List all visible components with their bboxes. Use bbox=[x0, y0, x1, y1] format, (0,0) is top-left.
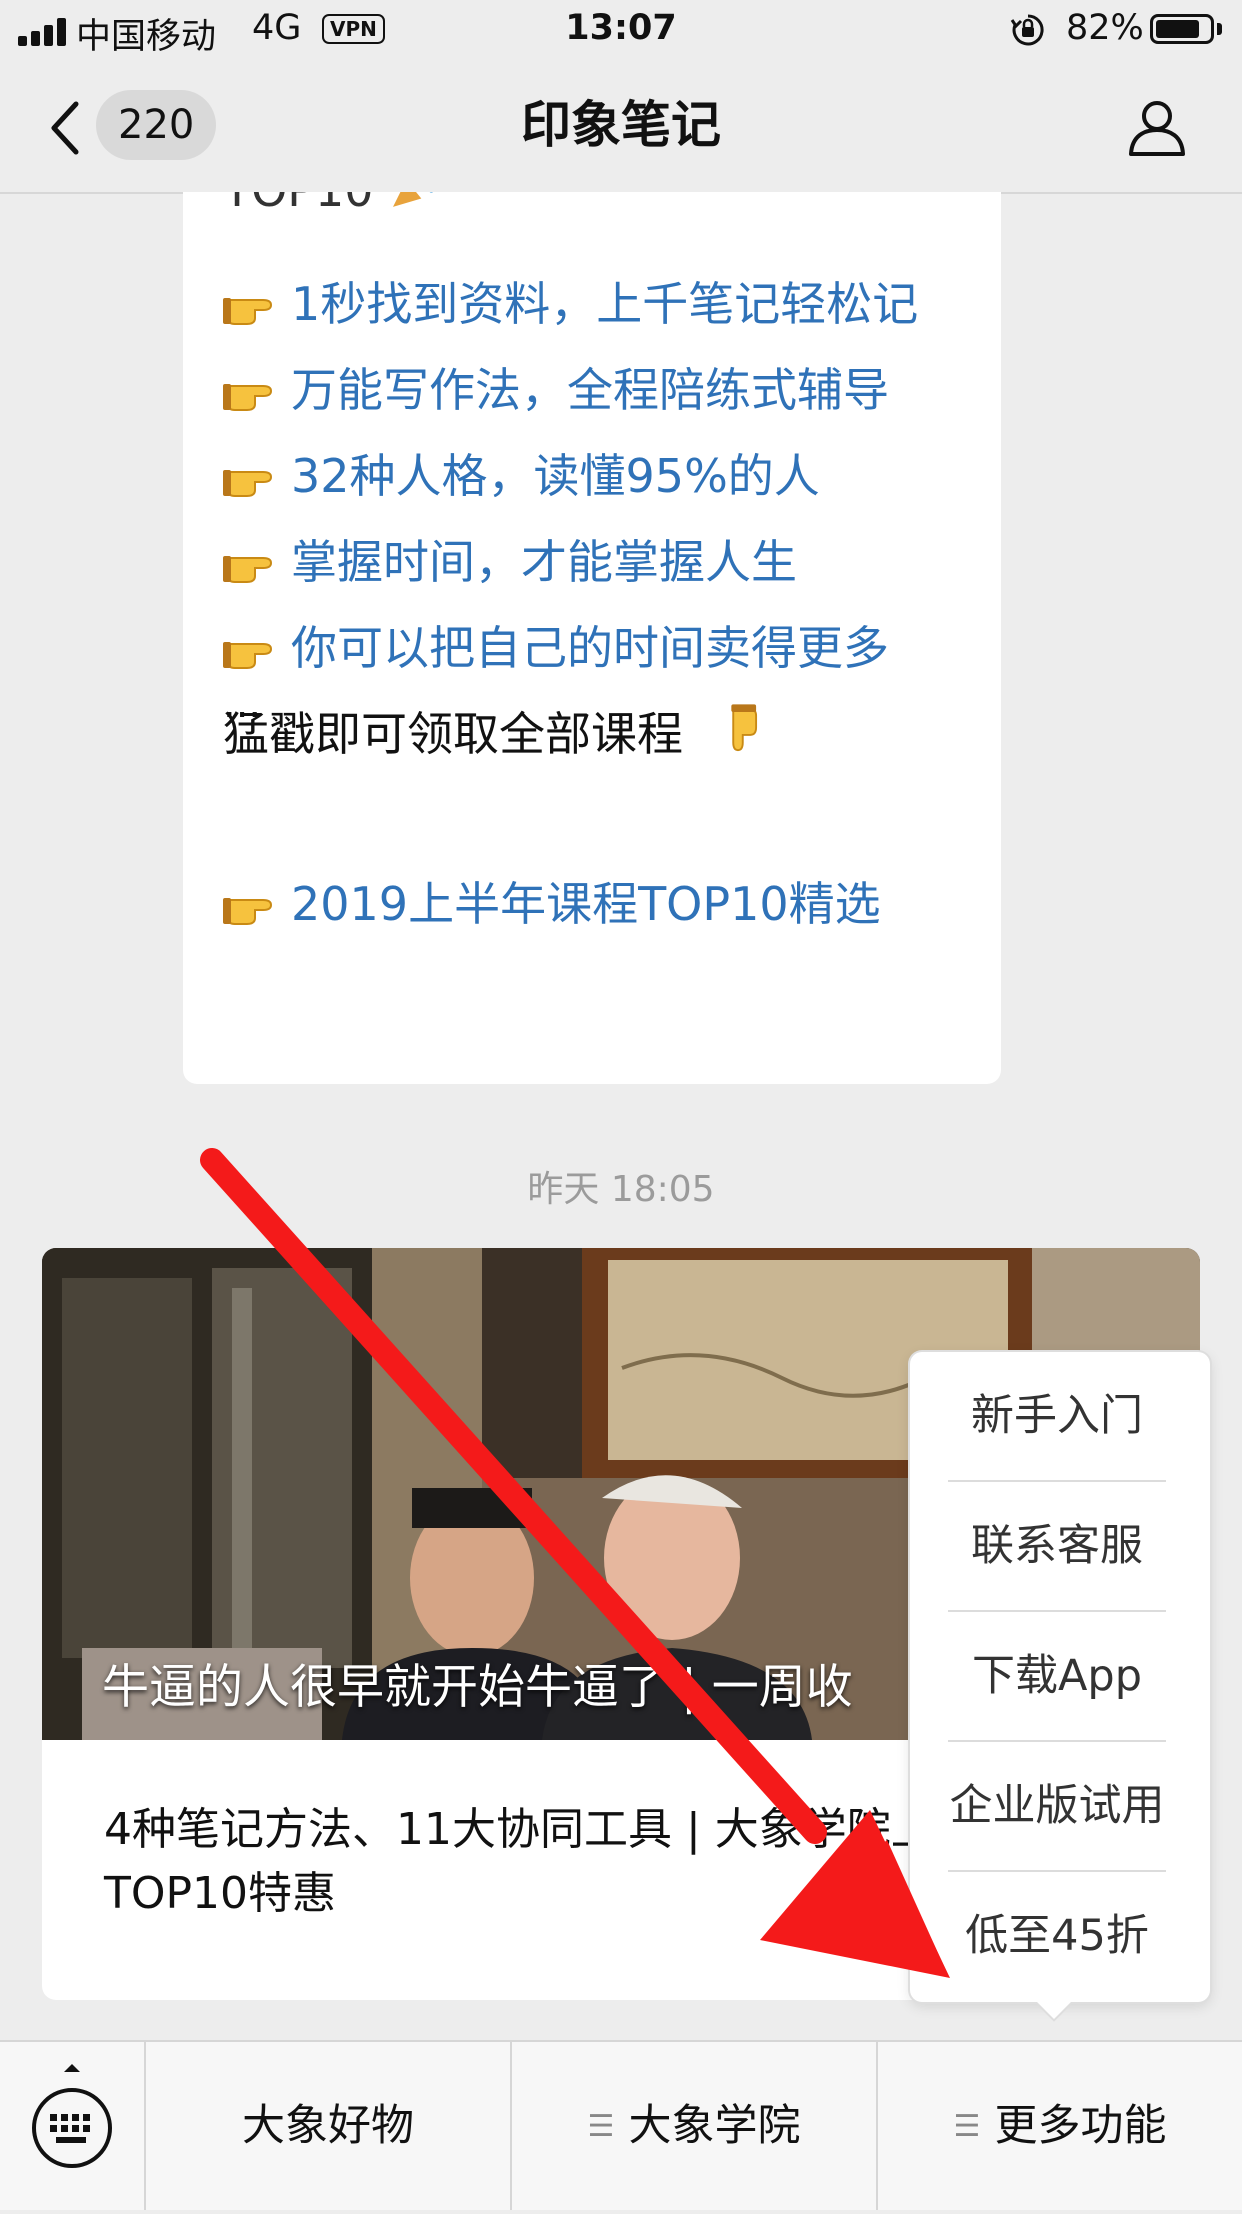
link-line[interactable]: 1秒找到资料，上千笔记轻松记 bbox=[223, 274, 918, 334]
link-text[interactable]: 掌握时间，才能掌握人生 bbox=[291, 535, 797, 589]
link-text[interactable]: 32种人格，读懂95%的人 bbox=[291, 449, 820, 503]
pointing-right-icon bbox=[223, 298, 273, 325]
battery-percent: 82% bbox=[1066, 8, 1144, 48]
battery-fill bbox=[1156, 20, 1199, 38]
link-line[interactable]: 你可以把自己的时间卖得更多 bbox=[223, 618, 889, 678]
article-cover-title: 牛逼的人很早就开始牛逼了 | 一周收 bbox=[102, 1660, 853, 1715]
battery-icon bbox=[1150, 14, 1214, 44]
link-line[interactable]: 32种人格，读懂95%的人 bbox=[223, 446, 820, 506]
link-text[interactable]: 2019上半年课程TOP10精选 bbox=[291, 877, 881, 931]
tab-elephant-academy[interactable]: ☰ 大象学院 bbox=[512, 2042, 876, 2210]
status-bar: 中国移动 4G VPN 13:07 82% bbox=[0, 0, 1242, 62]
submenu-icon: ☰ bbox=[953, 2109, 981, 2144]
tab-label: 大象学院 bbox=[628, 2101, 801, 2151]
cta-text: 猛戳即可领取全部课程 bbox=[223, 707, 683, 761]
message-timestamp: 昨天 18:05 bbox=[527, 1169, 715, 1210]
pointing-right-icon bbox=[223, 556, 273, 583]
pointing-right-icon bbox=[223, 384, 273, 411]
link-text[interactable]: 你可以把自己的时间卖得更多 bbox=[291, 621, 889, 675]
clock: 13:07 bbox=[565, 8, 677, 48]
link-line[interactable]: 2019上半年课程TOP10精选 bbox=[223, 874, 881, 934]
nav-bar: 220 印象笔记 bbox=[0, 62, 1242, 194]
more-functions-popup: 新手入门 联系客服 下载App 企业版试用 低至45折 bbox=[910, 1352, 1210, 2002]
tab-label: 大象好物 bbox=[242, 2101, 414, 2151]
tab-more-functions[interactable]: ☰ 更多功能 bbox=[878, 2042, 1242, 2210]
menu-item-enterprise-trial[interactable]: 企业版试用 bbox=[948, 1742, 1166, 1872]
tab-label: 更多功能 bbox=[994, 2101, 1167, 2151]
keyboard-toggle-button[interactable] bbox=[0, 2042, 146, 2210]
tab-elephant-goods[interactable]: 大象好物 bbox=[146, 2042, 510, 2210]
submenu-icon: ☰ bbox=[587, 2109, 615, 2144]
battery-cap bbox=[1217, 23, 1222, 35]
truncated-line: TOP10 bbox=[223, 192, 446, 220]
pointing-right-icon bbox=[223, 898, 273, 925]
party-popper-icon bbox=[393, 192, 434, 207]
link-text[interactable]: 万能写作法，全程陪练式辅导 bbox=[291, 363, 889, 417]
page-title: 印象笔记 bbox=[521, 96, 721, 154]
pointing-right-icon bbox=[223, 470, 273, 497]
menu-item-download-app[interactable]: 下载App bbox=[948, 1612, 1166, 1742]
link-line[interactable]: 万能写作法，全程陪练式辅导 bbox=[223, 360, 889, 420]
menu-item-customer-service[interactable]: 联系客服 bbox=[948, 1482, 1166, 1612]
link-line[interactable]: 掌握时间，才能掌握人生 bbox=[223, 532, 797, 592]
profile-icon[interactable] bbox=[1126, 96, 1188, 158]
menu-item-discount[interactable]: 低至45折 bbox=[948, 1872, 1166, 2000]
menu-item-beginner[interactable]: 新手入门 bbox=[948, 1352, 1166, 1482]
link-text[interactable]: 1秒找到资料，上千笔记轻松记 bbox=[291, 277, 918, 331]
rotation-lock-icon bbox=[1010, 14, 1044, 46]
truncated-text: TOP10 bbox=[223, 192, 374, 217]
pointing-down-icon bbox=[730, 704, 757, 752]
bottom-menu-bar: 大象好物 ☰ 大象学院 ☰ 更多功能 bbox=[0, 2040, 1242, 2210]
message-card: TOP10 1秒找到资料，上千笔记轻松记 万能写作法，全程陪练式辅导 32种人格… bbox=[183, 192, 1001, 1084]
pointing-right-icon bbox=[223, 642, 273, 669]
cta-line: 猛戳即可领取全部课程 bbox=[223, 704, 766, 764]
keyboard-icon bbox=[32, 2064, 112, 2168]
